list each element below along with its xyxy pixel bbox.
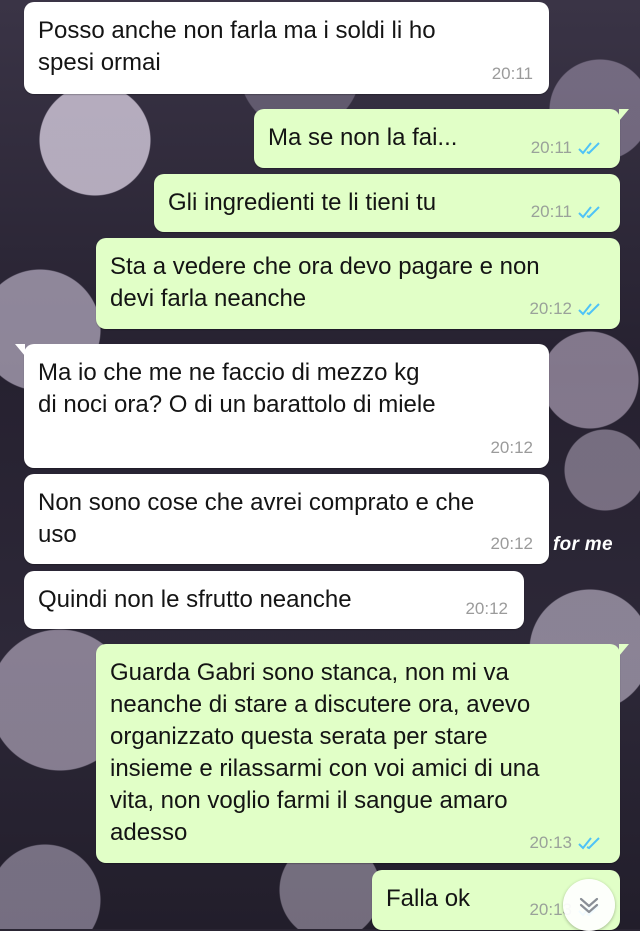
message-time: 20:11	[530, 202, 572, 221]
message-bubble-outgoing[interactable]: Sta a vedere che ora devo pagare e non d…	[96, 238, 620, 329]
message-text: Posso anche non farla ma i soldi li ho s…	[38, 17, 436, 76]
message-text: Guarda Gabri sono stanca, non mi va nean…	[110, 659, 540, 846]
scroll-to-bottom-button[interactable]	[563, 879, 615, 931]
bubble-tail	[619, 109, 629, 121]
message-text: Non sono cose che avrei comprato e che u…	[38, 489, 475, 548]
double-check-icon	[578, 837, 600, 850]
message-text: Quindi non le sfrutto neanche	[38, 586, 352, 613]
message-bubble-outgoing[interactable]: Guarda Gabri sono stanca, non mi va nean…	[96, 644, 629, 863]
message-text: Ma io che me ne faccio di mezzo kg di no…	[38, 359, 436, 418]
message-time: 20:11	[530, 138, 572, 157]
message-bubble-incoming[interactable]: Ma io che me ne faccio di mezzo kg di no…	[15, 344, 549, 468]
message-time: 20:13	[529, 833, 572, 852]
message-bubble-incoming[interactable]: Posso anche non farla ma i soldi li ho s…	[24, 2, 549, 94]
message-bubble-outgoing[interactable]: Ma se non la fai... 20:11	[254, 109, 629, 168]
message-time: 20:12	[490, 438, 533, 457]
message-time: 20:11	[491, 64, 533, 83]
message-time: 20:12	[465, 599, 508, 618]
message-bubble-incoming[interactable]: Non sono cose che avrei comprato e che u…	[24, 474, 549, 564]
double-check-icon	[578, 303, 600, 316]
chevron-down-icon	[579, 897, 599, 914]
message-bubble-incoming[interactable]: Quindi non le sfrutto neanche 20:12	[24, 571, 524, 629]
bubble-tail	[619, 644, 629, 656]
bubble-tail	[15, 344, 25, 356]
message-time: 20:12	[529, 299, 572, 318]
double-check-icon	[578, 206, 600, 219]
wallpaper-caption: for me	[553, 534, 613, 555]
double-check-icon	[578, 142, 600, 155]
message-time: 20:12	[490, 534, 533, 553]
message-bubble-outgoing[interactable]: Gli ingredienti te li tieni tu 20:11	[154, 174, 620, 232]
